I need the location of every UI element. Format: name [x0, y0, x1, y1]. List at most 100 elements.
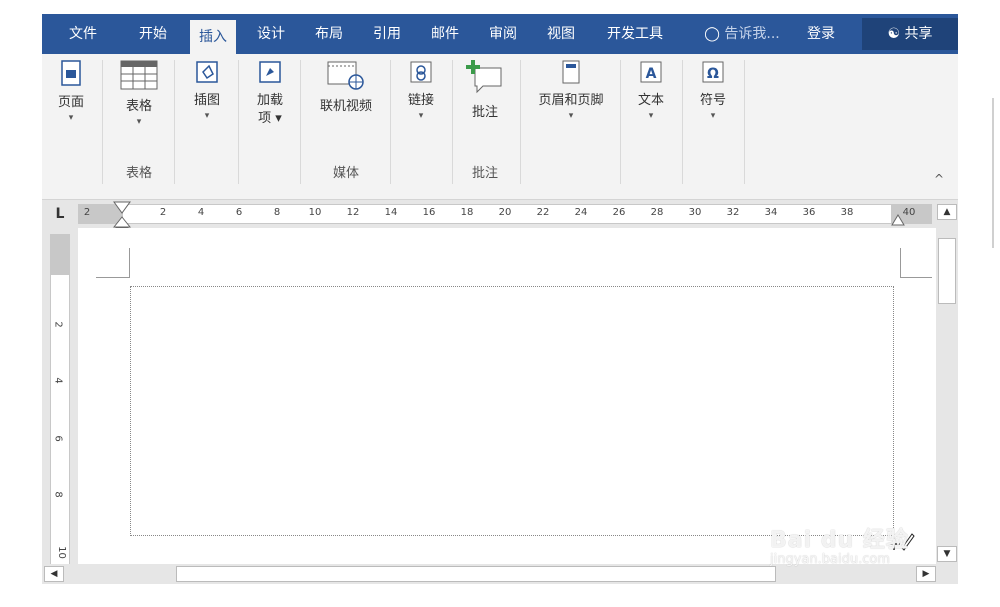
ruler-tick: 32 [726, 207, 740, 218]
ribbon-insert: 页面 ▾ 表格 ▾ 表格 插图 ▾ 加载 项 ▾ 联机视频 媒体 链接 ▾ 批注… [42, 54, 958, 200]
text-box[interactable] [130, 286, 894, 536]
chevron-down-icon: ▾ [204, 111, 210, 121]
ruler-tick: 12 [346, 207, 360, 218]
group-separator [300, 60, 301, 184]
illustration-label: 插图 [193, 93, 220, 108]
tell-me-label: 告诉我... [724, 26, 780, 42]
page-button[interactable]: 页面 ▾ [48, 60, 94, 124]
ruler-tick: 2 [159, 207, 167, 218]
ruler-tick: 36 [802, 207, 816, 218]
group-separator [390, 60, 391, 184]
tab-developer[interactable]: 开发工具 [598, 14, 672, 54]
tell-me-box[interactable]: ◯ 告诉我... [690, 14, 794, 54]
ruler-tick: 26 [612, 207, 626, 218]
ruler-tick: 30 [688, 207, 702, 218]
comment-button[interactable]: 批注 [460, 60, 510, 122]
group-separator [682, 60, 683, 184]
online-video-button[interactable]: 联机视频 [306, 60, 386, 116]
header-footer-label: 页眉和页脚 [538, 93, 604, 108]
horizontal-scrollbar[interactable]: ◀ ▶ [42, 564, 936, 584]
lightbulb-icon: ◯ [704, 26, 720, 42]
group-separator [102, 60, 103, 184]
ruler-tick: 10 [308, 207, 322, 218]
group-separator [520, 60, 521, 184]
text-box-icon: A [640, 61, 662, 83]
symbol-button[interactable]: Ω 符号 ▾ [688, 60, 738, 122]
addins-label-2: 项 ▾ [258, 111, 282, 126]
group-separator [452, 60, 453, 184]
tab-references[interactable]: 引用 [364, 14, 410, 54]
symbol-label: 符号 [699, 93, 726, 108]
comment-label: 批注 [471, 105, 498, 120]
share-button[interactable]: ☯ 共享 [862, 18, 958, 50]
tab-review[interactable]: 审阅 [480, 14, 526, 54]
scroll-left-icon[interactable]: ◀ [44, 566, 64, 582]
page-icon [61, 60, 81, 86]
table-button[interactable]: 表格 ▾ [114, 60, 164, 128]
share-label: 共享 [904, 26, 933, 42]
tab-layout[interactable]: 布局 [306, 14, 352, 54]
addins-label: 加载 [256, 93, 283, 108]
collapse-ribbon-icon[interactable]: ^ [934, 172, 944, 186]
ruler-tick: 2 [83, 207, 91, 218]
group-label-table: 表格 [125, 166, 152, 181]
omega-icon: Ω [702, 61, 724, 83]
ribbon-tab-bar: 文件 开始 插入 设计 布局 引用 邮件 审阅 视图 开发工具 ◯ 告诉我...… [42, 14, 958, 54]
chevron-down-icon: ▾ [68, 113, 74, 123]
tab-insert[interactable]: 插入 [190, 20, 236, 54]
vertical-ruler[interactable]: 2 4 6 8 10 [50, 234, 70, 578]
illustration-button[interactable]: 插图 ▾ [182, 60, 232, 122]
ruler-tick: 24 [574, 207, 588, 218]
tab-file[interactable]: 文件 [60, 14, 106, 54]
group-separator [744, 60, 745, 184]
baidu-watermark: Bai du 经验 jingyan.baidu.com [770, 522, 909, 567]
ruler-tick: 28 [650, 207, 664, 218]
chevron-down-icon: ▾ [418, 111, 424, 121]
scroll-thumb[interactable] [176, 566, 776, 582]
group-separator [238, 60, 239, 184]
login-link[interactable]: 登录 [798, 14, 844, 54]
addins-icon [259, 61, 281, 83]
text-label: 文本 [637, 93, 664, 108]
ruler-tick: 38 [840, 207, 854, 218]
scroll-down-icon[interactable]: ▼ [937, 546, 957, 562]
table-icon [120, 60, 158, 90]
vertical-scrollbar[interactable]: ▲ ▼ [936, 200, 958, 564]
ruler-tick: 6 [235, 207, 243, 218]
ruler-tick: 2 [52, 321, 64, 328]
ruler-tick: 34 [764, 207, 778, 218]
scroll-up-icon[interactable]: ▲ [937, 204, 957, 220]
chevron-down-icon: ▾ [568, 111, 574, 121]
tab-view[interactable]: 视图 [538, 14, 584, 54]
tab-mailings[interactable]: 邮件 [422, 14, 468, 54]
scroll-thumb[interactable] [938, 238, 956, 304]
top-margin-area [51, 235, 69, 275]
document-page[interactable] [78, 228, 936, 564]
header-footer-button[interactable]: 页眉和页脚 ▾ [526, 60, 616, 122]
ruler-tick: 8 [52, 491, 64, 498]
link-icon [410, 61, 432, 83]
word-window: 文件 开始 插入 设计 布局 引用 邮件 审阅 视图 开发工具 ◯ 告诉我...… [42, 14, 958, 584]
group-separator [620, 60, 621, 184]
new-comment-icon [466, 60, 502, 94]
text-button[interactable]: A 文本 ▾ [626, 60, 676, 122]
right-indent-marker-icon[interactable] [891, 201, 905, 229]
ruler-tick: 4 [197, 207, 205, 218]
addins-button[interactable]: 加载 项 ▾ [244, 60, 296, 128]
tab-design[interactable]: 设计 [248, 14, 294, 54]
horizontal-ruler[interactable]: 2 2 4 6 8 10 12 14 16 18 20 22 24 26 28 … [78, 201, 932, 237]
crop-mark [96, 248, 130, 278]
scroll-right-icon[interactable]: ▶ [916, 566, 936, 582]
chevron-down-icon: ▾ [136, 117, 142, 127]
online-video-label: 联机视频 [319, 99, 372, 114]
chevron-down-icon: ▾ [648, 111, 654, 121]
tab-selector[interactable]: L [42, 200, 78, 228]
ruler-tick: 18 [460, 207, 474, 218]
ruler-tick: 6 [52, 435, 64, 442]
group-label-comments: 批注 [471, 166, 498, 181]
link-button[interactable]: 链接 ▾ [396, 60, 446, 122]
chevron-down-icon: ▾ [710, 111, 716, 121]
video-icon [327, 61, 364, 90]
svg-text:Ω: Ω [707, 66, 719, 82]
tab-home[interactable]: 开始 [130, 14, 176, 54]
